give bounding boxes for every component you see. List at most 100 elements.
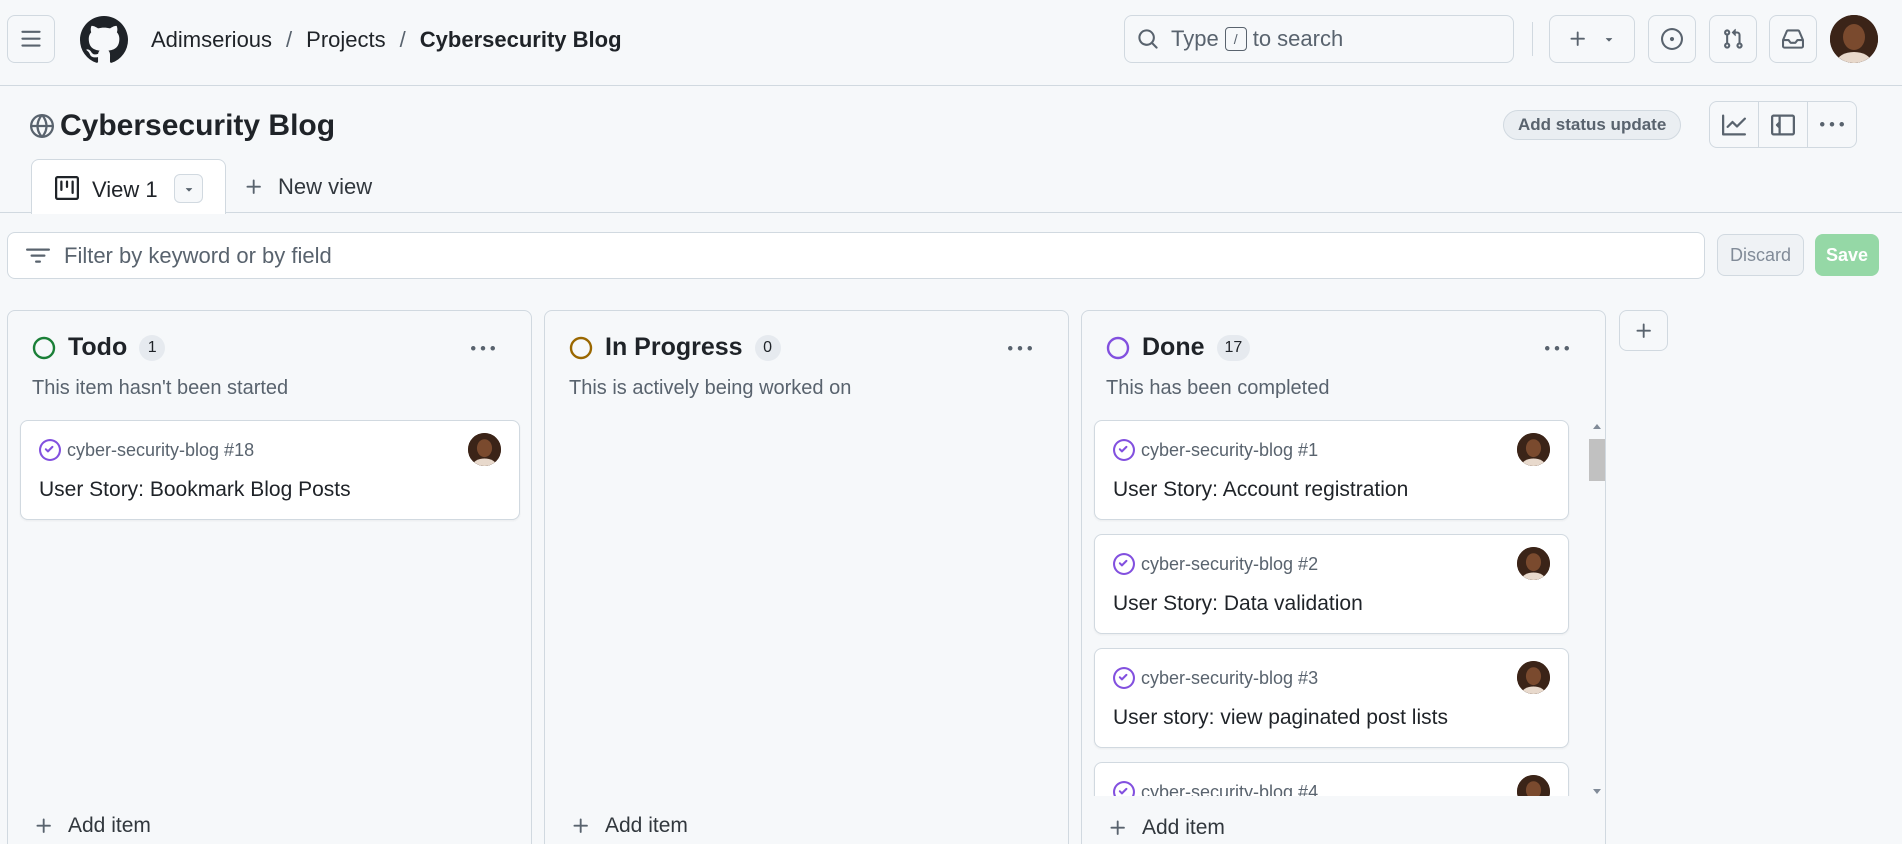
add-column-button[interactable] bbox=[1619, 310, 1668, 351]
project-actions bbox=[1709, 101, 1857, 148]
card-title[interactable]: User Story: Data validation bbox=[1113, 592, 1363, 616]
plus-icon bbox=[1636, 323, 1651, 338]
board-card[interactable]: cyber-security-blog #3 User story: view … bbox=[1094, 648, 1569, 748]
assignee-avatar[interactable] bbox=[1517, 661, 1550, 694]
new-view-label: New view bbox=[278, 174, 373, 199]
project-board-icon bbox=[55, 176, 79, 200]
column-menu-button[interactable] bbox=[1545, 337, 1569, 361]
card-ref-text: cyber-security-blog #4 bbox=[1141, 781, 1319, 797]
user-avatar[interactable] bbox=[1830, 15, 1878, 63]
issue-closed-icon bbox=[1113, 781, 1135, 796]
column-title: Todo bbox=[68, 333, 128, 361]
search-shortcut-key: / bbox=[1224, 27, 1247, 51]
add-item-button[interactable]: Add item bbox=[571, 814, 688, 838]
issue-closed-icon bbox=[1113, 667, 1135, 689]
add-status-update-button[interactable]: Add status update bbox=[1503, 110, 1682, 140]
card-reference[interactable]: cyber-security-blog #2 bbox=[1113, 553, 1318, 575]
board-column-done: Done 17 This has been completed cyber-se… bbox=[1081, 310, 1606, 844]
breadcrumb-current-project[interactable]: Cybersecurity Blog bbox=[420, 26, 622, 54]
breadcrumb-projects[interactable]: Projects bbox=[306, 26, 385, 54]
issues-button[interactable] bbox=[1648, 15, 1696, 63]
search-icon bbox=[1138, 29, 1158, 49]
status-circle-icon bbox=[32, 336, 56, 359]
issue-closed-icon bbox=[39, 439, 61, 461]
board-card[interactable]: cyber-security-blog #18 User Story: Book… bbox=[20, 420, 520, 520]
assignee-avatar[interactable] bbox=[1517, 433, 1550, 466]
filter-input[interactable]: Filter by keyword or by field bbox=[7, 232, 1705, 279]
card-title[interactable]: User Story: Bookmark Blog Posts bbox=[39, 478, 351, 502]
card-ref-text: cyber-security-blog #18 bbox=[67, 439, 255, 460]
board-card[interactable]: cyber-security-blog #4 bbox=[1094, 762, 1569, 796]
breadcrumb-separator: / bbox=[286, 27, 293, 52]
breadcrumb-owner[interactable]: Adimserious bbox=[151, 26, 272, 54]
create-new-button[interactable] bbox=[1549, 15, 1635, 63]
column-description: This has been completed bbox=[1106, 377, 1330, 399]
column-title: Done bbox=[1142, 333, 1205, 361]
scroll-down-arrow-icon[interactable] bbox=[1587, 785, 1607, 797]
header-divider bbox=[1532, 22, 1533, 56]
assignee-avatar[interactable] bbox=[1517, 775, 1550, 796]
side-panel-button[interactable] bbox=[1759, 102, 1808, 147]
assignee-avatar[interactable] bbox=[1517, 547, 1550, 580]
menu-button[interactable] bbox=[7, 15, 55, 63]
new-view-button[interactable]: New view bbox=[244, 174, 372, 200]
kebab-horizontal-icon bbox=[1820, 121, 1844, 126]
plus-icon bbox=[1570, 31, 1585, 46]
column-header: In Progress 0 bbox=[569, 333, 781, 362]
card-reference[interactable]: cyber-security-blog #18 bbox=[39, 439, 254, 461]
issue-opened-icon bbox=[1661, 28, 1683, 50]
save-button[interactable]: Save bbox=[1815, 234, 1879, 276]
column-menu-button[interactable] bbox=[471, 337, 495, 361]
search-hint-prefix: Type bbox=[1171, 26, 1219, 51]
tab-label: View 1 bbox=[92, 177, 158, 202]
column-title: In Progress bbox=[605, 333, 743, 361]
inbox-icon bbox=[1782, 29, 1804, 49]
search-input[interactable]: Type / to search bbox=[1124, 15, 1514, 63]
tabs-divider bbox=[0, 212, 1902, 213]
kebab-horizontal-icon bbox=[1008, 346, 1032, 351]
column-scrollbar[interactable] bbox=[1587, 419, 1607, 799]
tab-view-1[interactable]: View 1 bbox=[31, 159, 226, 214]
board-card[interactable]: cyber-security-blog #1 User Story: Accou… bbox=[1094, 420, 1569, 520]
project-header: Cybersecurity Blog bbox=[30, 104, 335, 148]
status-circle-icon bbox=[569, 336, 593, 359]
board-card[interactable]: cyber-security-blog #2 User Story: Data … bbox=[1094, 534, 1569, 634]
plus-icon bbox=[36, 818, 51, 833]
card-title[interactable]: User Story: Account registration bbox=[1113, 478, 1408, 502]
card-reference[interactable]: cyber-security-blog #1 bbox=[1113, 439, 1318, 461]
view-options-dropdown[interactable] bbox=[174, 174, 203, 203]
card-reference[interactable]: cyber-security-blog #3 bbox=[1113, 667, 1318, 689]
column-header: Todo 1 bbox=[32, 333, 166, 362]
plus-icon bbox=[573, 818, 588, 833]
card-reference[interactable]: cyber-security-blog #4 bbox=[1113, 781, 1318, 796]
scroll-up-arrow-icon[interactable] bbox=[1587, 421, 1607, 433]
plus-icon bbox=[1110, 820, 1125, 835]
card-title[interactable]: User story: view paginated post lists bbox=[1113, 706, 1448, 730]
github-logo-icon[interactable] bbox=[80, 16, 128, 64]
plus-icon bbox=[246, 179, 261, 194]
assignee-avatar[interactable] bbox=[468, 433, 501, 466]
column-count: 0 bbox=[754, 334, 781, 361]
scrollbar-thumb[interactable] bbox=[1589, 439, 1605, 481]
git-pull-request-icon bbox=[1724, 28, 1743, 49]
column-menu-button[interactable] bbox=[1008, 337, 1032, 361]
inbox-button[interactable] bbox=[1769, 15, 1817, 63]
more-options-button[interactable] bbox=[1808, 102, 1856, 147]
add-item-label: Add item bbox=[605, 814, 688, 837]
issue-closed-icon bbox=[1113, 439, 1135, 461]
filter-placeholder: Filter by keyword or by field bbox=[64, 242, 332, 268]
sidebar-icon bbox=[1771, 114, 1795, 135]
add-item-label: Add item bbox=[68, 814, 151, 837]
column-card-list[interactable]: cyber-security-blog #1 User Story: Accou… bbox=[1082, 416, 1605, 796]
pull-requests-button[interactable] bbox=[1709, 15, 1757, 63]
add-item-button[interactable]: Add item bbox=[1108, 816, 1225, 840]
card-ref-text: cyber-security-blog #2 bbox=[1141, 553, 1319, 574]
triangle-down-icon bbox=[1605, 38, 1613, 42]
add-item-button[interactable]: Add item bbox=[34, 814, 151, 838]
insights-button[interactable] bbox=[1710, 102, 1759, 147]
board-column-in-progress: In Progress 0 This is actively being wor… bbox=[544, 310, 1069, 844]
column-count: 17 bbox=[1216, 334, 1251, 361]
discard-button[interactable]: Discard bbox=[1717, 234, 1804, 276]
globe-icon bbox=[30, 114, 54, 138]
filter-icon bbox=[26, 248, 50, 263]
